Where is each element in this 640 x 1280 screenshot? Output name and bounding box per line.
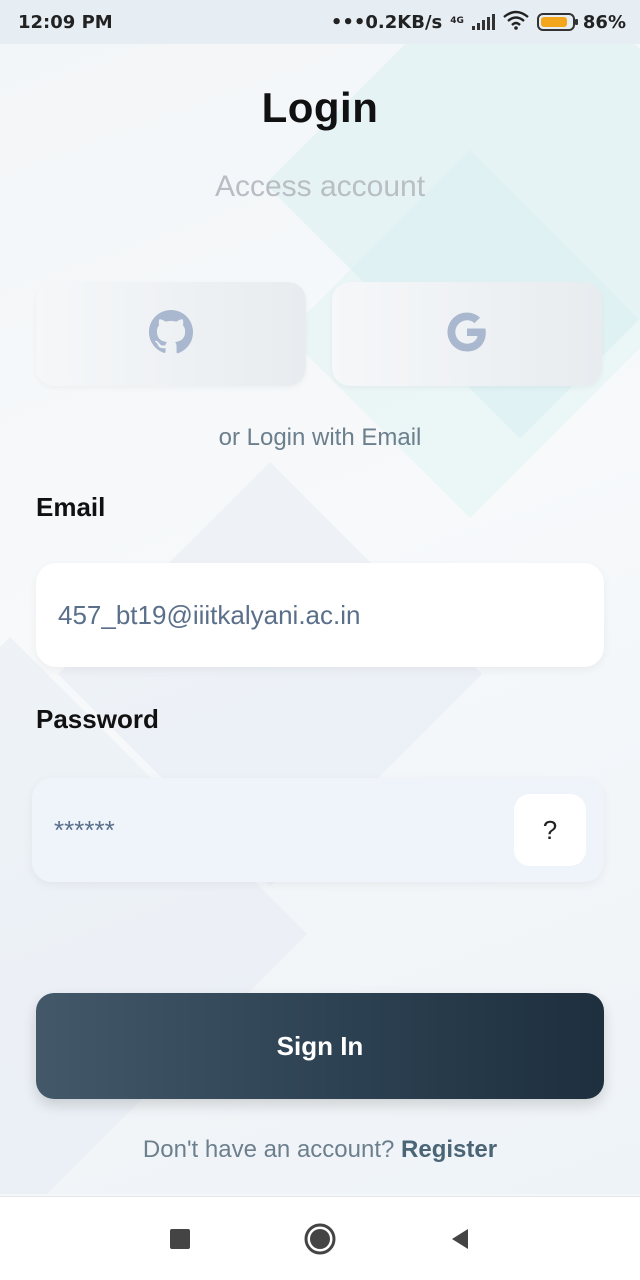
back-button[interactable] bbox=[440, 1219, 480, 1259]
email-label: Email bbox=[36, 492, 106, 522]
battery-percent: 86% bbox=[582, 11, 626, 33]
battery-icon bbox=[536, 13, 578, 31]
status-bar: 12:09 PM ••• 0.2KB/s 4G 86% bbox=[0, 0, 640, 44]
password-label: Password bbox=[36, 704, 159, 734]
wifi-icon bbox=[503, 10, 529, 35]
divider-text: or Login with Email bbox=[218, 424, 422, 451]
circle-icon bbox=[304, 1223, 336, 1254]
google-icon bbox=[444, 309, 490, 360]
github-login-button[interactable] bbox=[36, 282, 306, 386]
register-link[interactable]: Register bbox=[401, 1136, 497, 1163]
navigation-bar bbox=[0, 1196, 640, 1280]
square-icon bbox=[170, 1228, 190, 1249]
status-time: 12:09 PM bbox=[18, 11, 113, 33]
register-prompt-text: Don't have an account? bbox=[142, 1136, 395, 1163]
page-subtitle: Access account bbox=[214, 170, 426, 203]
sign-in-button[interactable]: Sign In bbox=[36, 993, 604, 1099]
network-speed: ••• 0.2KB/s bbox=[330, 11, 443, 33]
github-icon bbox=[148, 309, 194, 360]
register-prompt: Don't have an account? Register bbox=[0, 1136, 640, 1164]
google-login-button[interactable] bbox=[332, 282, 602, 386]
page-title: Login bbox=[261, 84, 379, 131]
password-field-container: ? bbox=[32, 778, 604, 882]
email-field[interactable] bbox=[58, 599, 582, 631]
network-type: 4G bbox=[450, 15, 464, 26]
signal-icon bbox=[471, 14, 495, 30]
home-button[interactable] bbox=[300, 1219, 340, 1259]
password-help-button[interactable]: ? bbox=[514, 794, 586, 866]
back-triangle-icon bbox=[452, 1228, 468, 1249]
password-field[interactable] bbox=[54, 814, 582, 846]
status-indicators: ••• 0.2KB/s 4G 86% bbox=[331, 10, 626, 35]
recents-button[interactable] bbox=[160, 1219, 200, 1259]
email-field-container bbox=[36, 563, 604, 667]
